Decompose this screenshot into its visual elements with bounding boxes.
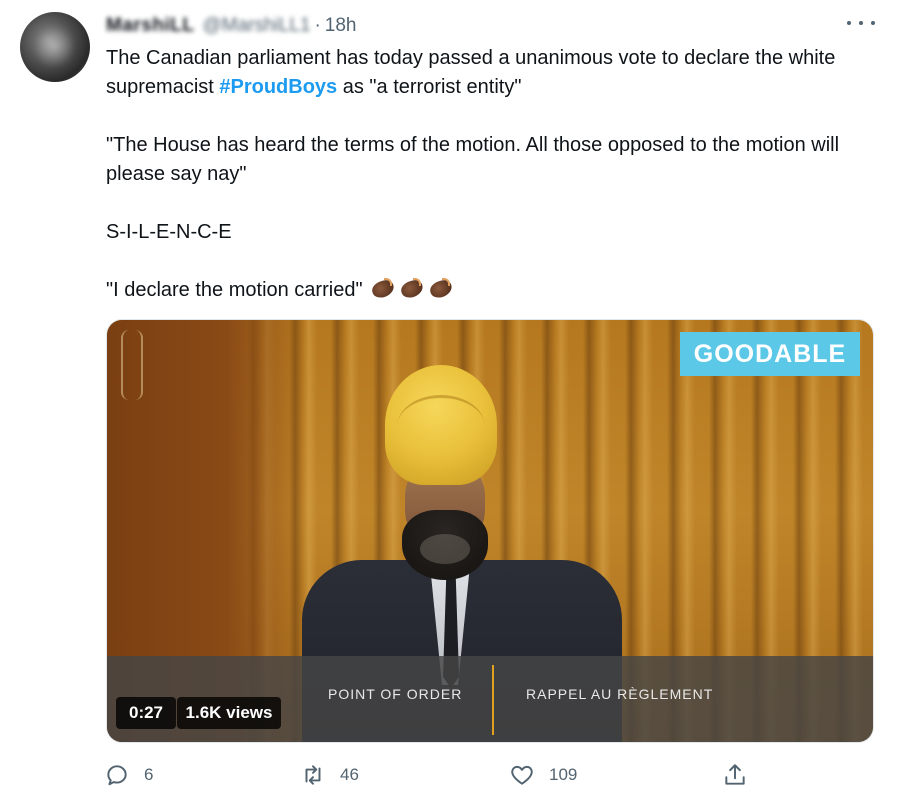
- heart-icon: [511, 765, 533, 785]
- crest-icon: [121, 330, 143, 400]
- share-button[interactable]: [722, 758, 762, 792]
- tweet-paragraph-3: S-I-L-E-N-C-E: [106, 221, 232, 243]
- video-duration-badge: 0:27: [116, 697, 176, 729]
- like-button[interactable]: 109: [509, 758, 577, 792]
- retweet-icon: [305, 765, 321, 785]
- speaker-turban: [385, 365, 497, 485]
- tweet-header: MarshiLL @MarshiLL1 · 18h: [106, 14, 356, 38]
- video-views-badge: 1.6K views: [177, 697, 281, 729]
- speaker-beard: [402, 510, 488, 580]
- reply-button[interactable]: 6: [104, 758, 153, 792]
- goodable-logo: GOODABLE: [680, 332, 860, 376]
- caption-french: RAPPEL AU RÈGLEMENT: [526, 686, 714, 702]
- reply-icon: [107, 765, 127, 786]
- retweet-button[interactable]: 46: [300, 758, 359, 792]
- avatar[interactable]: [20, 12, 90, 82]
- retweet-count: 46: [340, 765, 359, 784]
- clapping-hands-icon: [428, 278, 455, 300]
- tweet-paragraph-1: The Canadian parliament has today passed…: [106, 44, 876, 102]
- author-handle[interactable]: @MarshiLL1: [202, 15, 310, 37]
- like-count: 109: [549, 765, 578, 784]
- tweet-paragraph-2: "The House has heard the terms of the mo…: [106, 134, 840, 185]
- share-icon: [725, 764, 745, 785]
- caption-divider: [492, 665, 494, 735]
- video-player[interactable]: GOODABLE POINT OF ORDER RAPPEL AU RÈGLEM…: [106, 319, 874, 743]
- text-segment: "I declare the motion carried": [106, 279, 363, 301]
- clapping-hands-icon: [399, 278, 426, 300]
- caption-english: POINT OF ORDER: [328, 686, 463, 702]
- text-segment: as "a terrorist entity": [337, 76, 522, 98]
- tweet-text: The Canadian parliament has today passed…: [106, 44, 876, 305]
- hashtag-link[interactable]: #ProudBoys: [219, 76, 337, 98]
- reply-count: 6: [144, 765, 154, 784]
- separator: ·: [314, 15, 321, 36]
- clapping-hands-icon: [370, 278, 397, 300]
- tweet-paragraph-4: "I declare the motion carried": [106, 276, 876, 305]
- more-options-icon[interactable]: [847, 13, 875, 33]
- author-name[interactable]: MarshiLL: [106, 15, 194, 37]
- tweet-actions: 6 46 109: [0, 758, 899, 792]
- tweet[interactable]: MarshiLL @MarshiLL1 · 18h The Canadian p…: [0, 0, 899, 800]
- timestamp[interactable]: 18h: [325, 15, 357, 37]
